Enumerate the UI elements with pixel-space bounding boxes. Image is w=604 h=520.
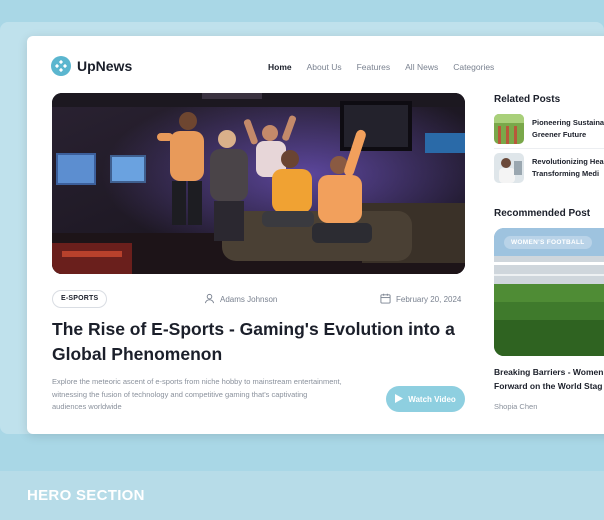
related-posts-heading: Related Posts bbox=[494, 94, 561, 105]
nav-item-about-us[interactable]: About Us bbox=[307, 62, 342, 72]
recommended-post-badge: WOMEN'S FOOTBALL bbox=[504, 236, 592, 249]
user-icon bbox=[204, 293, 215, 306]
related-post-title-line1: Pioneering Sustaina bbox=[532, 118, 604, 127]
brand-logo[interactable]: UpNews bbox=[51, 56, 132, 76]
nav-item-categories[interactable]: Categories bbox=[453, 62, 494, 72]
related-divider bbox=[494, 148, 604, 149]
brand-name: UpNews bbox=[77, 58, 133, 74]
recommended-post-title[interactable]: Breaking Barriers - Women Forward on the… bbox=[494, 365, 604, 393]
article-date: February 20, 2024 bbox=[380, 293, 461, 306]
article-description: Explore the meteoric ascent of e-sports … bbox=[52, 377, 342, 411]
article-title[interactable]: The Rise of E-Sports - Gaming's Evolutio… bbox=[52, 317, 472, 367]
nav-item-home[interactable]: Home bbox=[268, 62, 292, 72]
related-post-title-line2: Greener Future bbox=[532, 130, 587, 139]
related-post-thumbnail bbox=[494, 153, 524, 183]
recommended-post-image[interactable]: WOMEN'S FOOTBALL bbox=[494, 228, 604, 356]
nav-item-all-news[interactable]: All News bbox=[405, 62, 438, 72]
section-label: HERO SECTION bbox=[27, 487, 145, 504]
play-icon bbox=[395, 393, 404, 405]
related-post-title-line1: Revolutionizing Hea bbox=[532, 157, 604, 166]
watch-video-label: Watch Video bbox=[408, 394, 456, 404]
recommended-post-title-line2: Forward on the World Stag bbox=[494, 381, 603, 391]
nav-item-features[interactable]: Features bbox=[357, 62, 391, 72]
logo-icon bbox=[51, 56, 71, 76]
recommended-post-author: Shopia Chen bbox=[494, 402, 538, 411]
recommended-post-title-line1: Breaking Barriers - Women bbox=[494, 367, 604, 377]
date-text: February 20, 2024 bbox=[396, 295, 462, 304]
watch-video-button[interactable]: Watch Video bbox=[386, 386, 465, 412]
hero-image[interactable] bbox=[52, 93, 465, 274]
hero-card: UpNews Home About Us Features All News C… bbox=[27, 36, 604, 434]
related-post-item[interactable]: Pioneering Sustaina Greener Future bbox=[494, 114, 604, 144]
calendar-icon bbox=[380, 293, 391, 306]
recommended-post-heading: Recommended Post bbox=[494, 208, 591, 219]
category-tag[interactable]: E-SPORTS bbox=[52, 290, 108, 308]
author-name: Adams Johnson bbox=[220, 295, 278, 304]
main-nav: Home About Us Features All News Categori… bbox=[268, 62, 494, 72]
related-post-thumbnail bbox=[494, 114, 524, 144]
related-post-title-line2: Transforming Medi bbox=[532, 169, 600, 178]
related-post-item[interactable]: Revolutionizing Hea Transforming Medi bbox=[494, 153, 604, 183]
article-author: Adams Johnson bbox=[204, 293, 277, 306]
